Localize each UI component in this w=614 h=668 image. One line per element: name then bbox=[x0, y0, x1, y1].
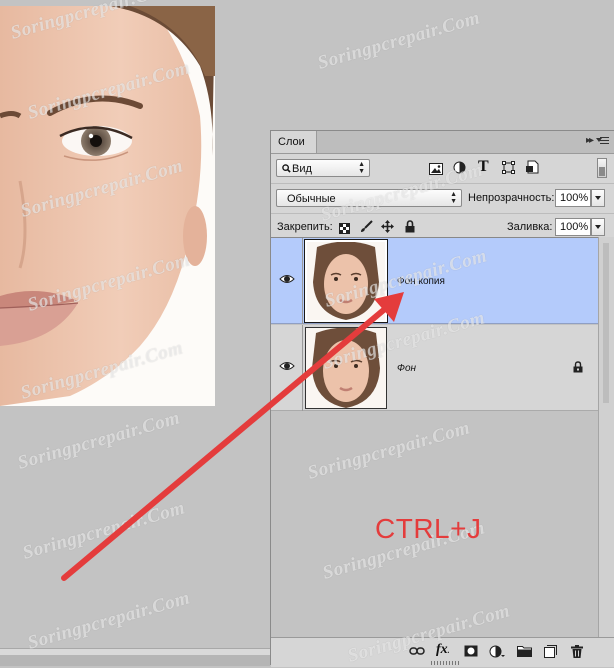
image-filter-icon[interactable] bbox=[429, 162, 443, 180]
opacity-value: 100% bbox=[560, 192, 589, 204]
fill-label: Заливка: bbox=[507, 221, 553, 233]
watermark: Soringpcrepair.Com bbox=[315, 7, 483, 74]
collapse-icon[interactable]: ▸▸ bbox=[586, 135, 594, 146]
watermark: Soringpcrepair.Com bbox=[25, 587, 193, 654]
lock-image-pixels-icon[interactable] bbox=[360, 220, 373, 238]
eye-icon[interactable] bbox=[279, 272, 295, 284]
layer-name[interactable]: Фон bbox=[397, 363, 416, 374]
trash-icon[interactable] bbox=[571, 645, 587, 659]
opacity-label: Непрозрачность: bbox=[468, 192, 555, 204]
add-mask-icon[interactable] bbox=[464, 645, 480, 659]
shortcut-annotation: CTRL+J bbox=[375, 513, 482, 544]
type-filter-icon[interactable]: T bbox=[478, 158, 489, 176]
fill-value: 100% bbox=[560, 221, 589, 233]
resize-grip[interactable] bbox=[431, 661, 461, 665]
smart-object-filter-icon[interactable] bbox=[525, 160, 539, 179]
adjustment-layer-icon[interactable] bbox=[489, 645, 505, 659]
fill-dropdown-icon[interactable] bbox=[591, 218, 605, 236]
eye-icon[interactable] bbox=[279, 359, 295, 371]
layer-thumbnail[interactable] bbox=[305, 327, 387, 409]
new-group-icon[interactable] bbox=[517, 645, 533, 659]
panel-header: Слои ▸▸ bbox=[271, 131, 614, 154]
blend-mode-dropdown[interactable]: Обычные ▲ ▼ bbox=[276, 189, 462, 207]
fill-input[interactable]: 100% bbox=[555, 218, 605, 236]
panel-menu-icon[interactable] bbox=[596, 135, 610, 147]
watermark: Soringpcrepair.Com bbox=[15, 407, 183, 474]
layers-list: Фон копия Фон bbox=[271, 237, 614, 638]
watermark: Soringpcrepair.Com bbox=[20, 497, 188, 564]
filter-kind-dropdown[interactable]: Вид ▲ ▼ bbox=[276, 159, 370, 177]
adjustment-filter-icon[interactable] bbox=[453, 161, 466, 179]
link-layers-icon[interactable] bbox=[409, 645, 425, 659]
lock-all-icon[interactable] bbox=[405, 220, 415, 238]
search-icon bbox=[282, 164, 291, 173]
layer-row[interactable]: Фон копия bbox=[271, 238, 599, 324]
layer-style-icon[interactable]: fx. bbox=[436, 642, 452, 657]
filter-kind-label: Вид bbox=[292, 163, 312, 175]
filter-row: Вид ▲ ▼ T bbox=[271, 154, 614, 184]
blend-mode-value: Обычные bbox=[287, 193, 336, 205]
layer-row[interactable]: Фон bbox=[271, 325, 599, 411]
opacity-input[interactable]: 100% bbox=[555, 189, 605, 207]
tab-layers[interactable]: Слои bbox=[271, 131, 317, 153]
shape-filter-icon[interactable] bbox=[502, 161, 515, 179]
layer-name[interactable]: Фон копия bbox=[397, 276, 445, 287]
panel-footer: fx. bbox=[271, 637, 614, 667]
new-layer-icon[interactable] bbox=[544, 645, 560, 659]
layers-panel: Слои ▸▸ Вид ▲ ▼ T Обычные ▲ ▼ Непрозрачн… bbox=[270, 130, 614, 667]
lock-position-icon[interactable] bbox=[381, 220, 394, 238]
lock-label: Закрепить: bbox=[277, 221, 333, 233]
portrait-photo bbox=[0, 6, 215, 406]
filter-toggle-switch[interactable] bbox=[597, 158, 607, 178]
layer-thumbnail[interactable] bbox=[304, 239, 388, 323]
horizontal-scrollbar[interactable] bbox=[0, 648, 270, 666]
opacity-dropdown-icon[interactable] bbox=[591, 189, 605, 207]
lock-icon[interactable] bbox=[573, 360, 583, 378]
layers-scrollbar[interactable] bbox=[598, 237, 614, 637]
blend-row: Обычные ▲ ▼ Непрозрачность: 100% bbox=[271, 184, 614, 214]
